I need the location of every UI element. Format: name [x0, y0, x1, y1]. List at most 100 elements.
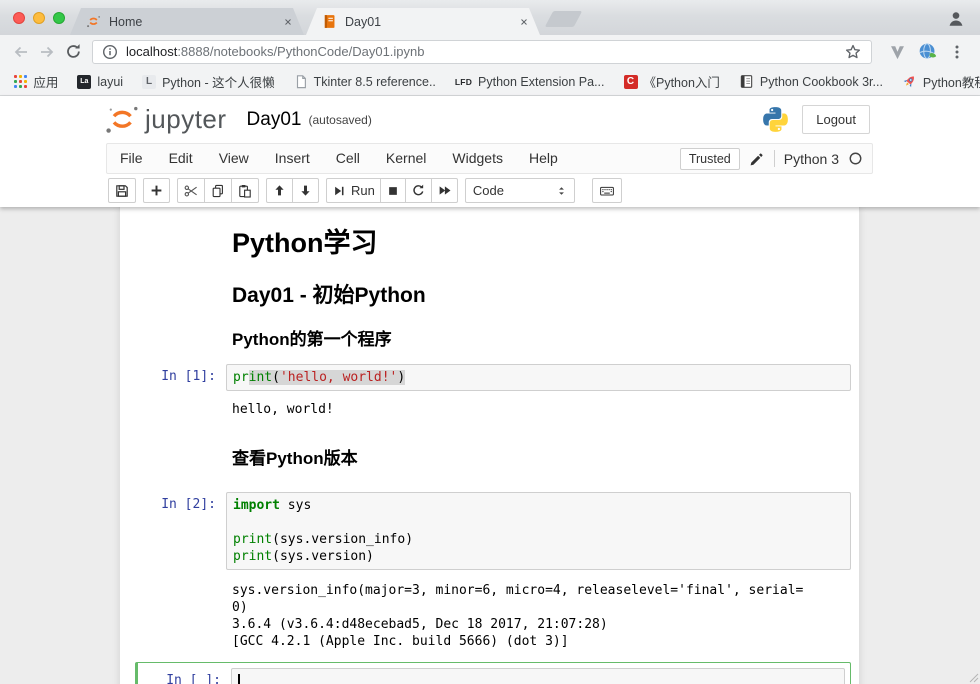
zoom-window-button[interactable]: [53, 12, 65, 24]
markdown-cell-version[interactable]: 查看Python版本: [135, 418, 851, 469]
input-prompt: In [2]:: [135, 492, 226, 570]
markdown-cell-first-program[interactable]: Python的第一个程序: [135, 309, 851, 350]
cut-cell-button[interactable]: [177, 178, 205, 203]
bookmark-label: Python Cookbook 3r...: [760, 75, 883, 89]
reload-button[interactable]: [60, 39, 86, 65]
extension-globe-icon[interactable]: [914, 39, 940, 65]
page-icon: [294, 74, 308, 89]
notebook-site: Python学习 Day01 - 初始Python Python的第一个程序 I…: [0, 207, 980, 684]
bookmark-label: 应用: [33, 72, 58, 91]
code-cell-3-selected[interactable]: In [ ]:: [135, 662, 851, 684]
bookmark-tkinter[interactable]: Tkinter 8.5 reference..: [294, 74, 436, 89]
menu-view[interactable]: View: [206, 144, 262, 173]
new-tab-button[interactable]: [545, 11, 583, 27]
restart-run-all-button[interactable]: [431, 178, 458, 203]
insert-cell-button[interactable]: [143, 178, 170, 203]
heading-day01: Day01 - 初始Python: [232, 283, 851, 309]
cell-type-select[interactable]: Code: [465, 178, 575, 203]
extension-v-icon[interactable]: [884, 39, 910, 65]
divider: [774, 150, 775, 167]
run-cell-button[interactable]: Run: [326, 178, 381, 203]
code-input-1[interactable]: print('hello, world!'): [226, 364, 851, 391]
command-palette-button[interactable]: [592, 178, 622, 203]
back-button[interactable]: [8, 39, 34, 65]
stop-icon: [386, 184, 400, 198]
output-text-2: sys.version_info(major=3, minor=6, micro…: [226, 578, 851, 650]
jupyter-logo-icon[interactable]: [104, 104, 140, 136]
tab-day01-close-icon[interactable]: [516, 14, 532, 30]
menu-help[interactable]: Help: [516, 144, 571, 173]
bookmark-python-extension[interactable]: LFD Python Extension Pa...: [455, 75, 605, 89]
run-label: Run: [351, 183, 375, 198]
run-icon: [332, 184, 346, 198]
copy-cell-button[interactable]: [204, 178, 232, 203]
interrupt-kernel-button[interactable]: [380, 178, 406, 203]
forward-button[interactable]: [34, 39, 60, 65]
notebook-title[interactable]: Day01: [247, 109, 302, 131]
address-bar[interactable]: localhost :8888/notebooks/PythonCode/Day…: [92, 40, 872, 64]
save-button[interactable]: [108, 178, 136, 203]
bookmark-layui[interactable]: La layui: [77, 75, 123, 89]
bookmark-label: Python - 这个人很懒: [162, 72, 275, 91]
notebook-toolbar: Run: [0, 174, 980, 207]
tab-home-title: Home: [109, 15, 280, 29]
bookmarks-bar: 应用 La layui L Python - 这个人很懒 Tkinter 8.5…: [0, 68, 980, 96]
menu-widgets[interactable]: Widgets: [439, 144, 516, 173]
window-controls: [13, 12, 65, 24]
menu-insert[interactable]: Insert: [262, 144, 323, 173]
menu-edit[interactable]: Edit: [156, 144, 206, 173]
minimize-window-button[interactable]: [33, 12, 45, 24]
menu-file[interactable]: File: [107, 144, 156, 173]
bookmark-python-blog[interactable]: L Python - 这个人很懒: [142, 72, 275, 91]
jupyter-header: jupyter Day01 (autosaved) Logout File Ed…: [0, 96, 980, 207]
tab-home[interactable]: Home: [70, 8, 304, 35]
output-line: 3.6.4 (v3.6.4:d48ecebad5, Dec 18 2017, 2…: [232, 616, 851, 633]
markdown-cell-day01[interactable]: Day01 - 初始Python: [135, 261, 851, 309]
bookmark-apps[interactable]: 应用: [14, 72, 58, 91]
tab-day01[interactable]: Day01: [306, 8, 540, 35]
code-cell-1[interactable]: In [1]: print('hello, world!'): [135, 364, 851, 391]
bookmark-label: 《Python入门: [644, 72, 720, 91]
edit-pencil-icon[interactable]: [749, 151, 765, 167]
trusted-button[interactable]: Trusted: [680, 148, 740, 170]
resize-grip[interactable]: [969, 673, 979, 683]
menu-cell[interactable]: Cell: [323, 144, 373, 173]
output-prompt: [135, 397, 226, 418]
bookmark-python-intro[interactable]: C 《Python入门: [624, 72, 720, 91]
apps-grid-icon: [14, 75, 27, 88]
tab-home-close-icon[interactable]: [280, 14, 296, 30]
arrow-down-icon: [298, 183, 313, 198]
code-cell-2[interactable]: In [2]: import sys print(sys.version_inf…: [135, 492, 851, 570]
browser-menu-icon[interactable]: [944, 39, 970, 65]
output-cell-2: sys.version_info(major=3, minor=6, micro…: [135, 578, 851, 650]
markdown-cell-title[interactable]: Python学习: [135, 221, 851, 261]
page-info-icon[interactable]: [102, 44, 118, 60]
move-cell-down-button[interactable]: [292, 178, 319, 203]
url-path: :8888/notebooks/PythonCode/Day01.ipynb: [177, 44, 424, 59]
bookmark-python-tutorial[interactable]: Python教程: [902, 72, 980, 91]
plus-icon: [149, 183, 164, 198]
close-window-button[interactable]: [13, 12, 25, 24]
bookmark-cookbook[interactable]: Python Cookbook 3r...: [739, 74, 883, 89]
code-input-3[interactable]: [231, 668, 845, 684]
move-cell-up-button[interactable]: [266, 178, 293, 203]
browser-window: Home Day01: [0, 0, 980, 684]
arrow-up-icon: [272, 183, 287, 198]
menu-kernel[interactable]: Kernel: [373, 144, 439, 173]
scissors-icon: [183, 183, 199, 199]
output-line: sys.version_info(major=3, minor=6, micro…: [232, 582, 851, 599]
menu-row: File Edit View Insert Cell Kernel Widget…: [0, 143, 980, 174]
url-host: localhost: [126, 44, 177, 59]
logout-button[interactable]: Logout: [802, 105, 870, 134]
text-cursor: [238, 674, 240, 684]
bookmark-star-icon[interactable]: [844, 43, 862, 61]
output-text-1: hello, world!: [226, 397, 851, 418]
code-input-2[interactable]: import sys print(sys.version_info) print…: [226, 492, 851, 570]
restart-kernel-button[interactable]: [405, 178, 432, 203]
paste-cell-button[interactable]: [231, 178, 259, 203]
letter-l-icon: L: [142, 75, 156, 89]
input-prompt: In [1]:: [135, 364, 226, 391]
profile-icon[interactable]: [947, 10, 965, 28]
jupyter-wordmark[interactable]: jupyter: [145, 104, 227, 135]
heading-python-study: Python学习: [232, 227, 851, 261]
